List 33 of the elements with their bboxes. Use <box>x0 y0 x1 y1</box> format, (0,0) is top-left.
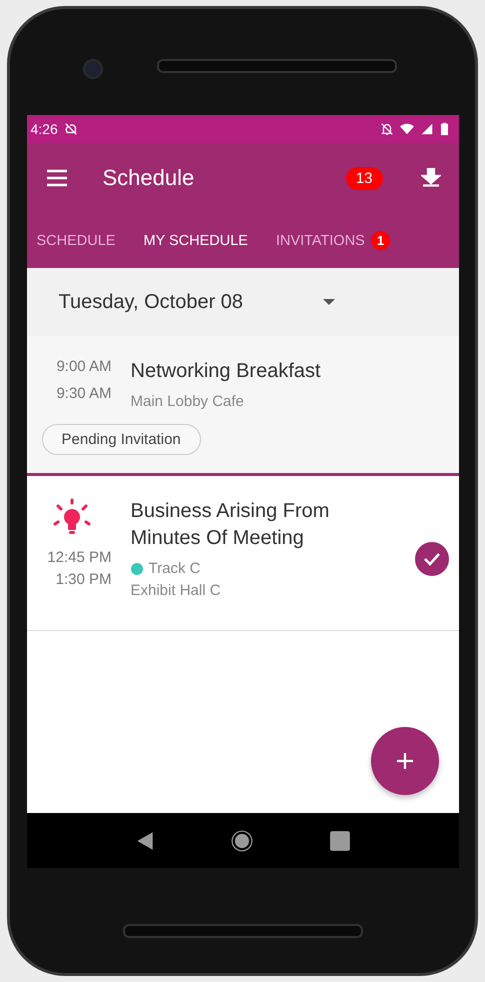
date-dropdown[interactable]: Tuesday, October 08 <box>26 268 458 336</box>
event-title: Networking Breakfast <box>130 359 322 384</box>
plus-icon <box>394 751 414 771</box>
event-location: Exhibit Hall C <box>130 582 222 599</box>
screen-title: Schedule <box>102 165 194 191</box>
status-time: 4:26 <box>30 121 58 137</box>
event-title: Business Arising From Minutes Of Meeting <box>130 499 330 551</box>
event-card[interactable]: 9:00 AM 9:30 AM Networking Breakfast Main Lobby Cafe Pending Invitation <box>26 336 458 476</box>
bell-off-icon <box>380 122 394 136</box>
download-icon[interactable] <box>420 168 440 188</box>
home-icon[interactable] <box>231 830 254 852</box>
wifi-icon <box>400 122 414 136</box>
sync-off-icon <box>64 122 78 136</box>
recents-icon[interactable] <box>328 830 351 852</box>
battery-icon <box>440 122 448 136</box>
event-card[interactable]: 12:45 PM 1:30 PM Business Arising From Minutes Of Meeting Track C Exhibit Hall C <box>26 476 458 631</box>
tab[interactable]: INVITATIONS 1 <box>276 231 390 250</box>
signal-icon <box>420 122 434 136</box>
notification-count[interactable]: 13 <box>346 166 382 190</box>
check-icon[interactable] <box>414 542 448 576</box>
end-time: 9:30 AM <box>56 385 112 402</box>
track-name: Track C <box>148 560 200 577</box>
tab[interactable]: SCHEDULE <box>36 232 116 248</box>
camera-lens <box>83 59 103 79</box>
event-location: Main Lobby Cafe <box>130 393 245 410</box>
caret-icon <box>322 299 334 305</box>
start-time: 9:00 AM <box>56 358 112 375</box>
status-chip: Pending Invitation <box>42 424 201 455</box>
end-time: 1:30 PM <box>56 571 112 588</box>
tab-badge: 1 <box>370 231 390 250</box>
start-time: 12:45 PM <box>47 549 112 566</box>
tab[interactable]: MY SCHEDULE <box>143 232 248 248</box>
add-button[interactable] <box>370 727 438 795</box>
